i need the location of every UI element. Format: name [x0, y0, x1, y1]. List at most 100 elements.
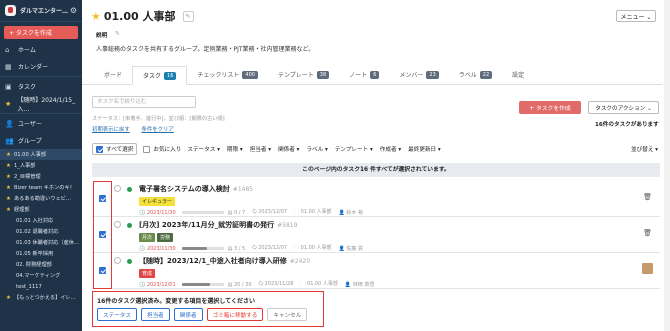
- sidebar-group-item[interactable]: 01.03 休職者対応（産休…: [0, 237, 82, 248]
- gear-icon[interactable]: ⚙: [70, 6, 77, 15]
- sidebar-create-task-button[interactable]: + タスクを作成: [4, 26, 78, 39]
- sidebar-item-label: 【随時】2024/1/15_入…: [17, 96, 76, 113]
- sidebar-group-label: 01.03 休職者対応（産休…: [16, 240, 80, 246]
- user-icon: 👤: [5, 119, 14, 128]
- avatar[interactable]: [642, 263, 653, 274]
- complete-toggle[interactable]: [114, 185, 121, 192]
- clear-filter-link[interactable]: 条件をクリア: [141, 127, 173, 133]
- sidebar-group-item[interactable]: ★ 01.00 人事部: [0, 149, 82, 160]
- task-title[interactable]: [月次] 2023年/11月分_就労証明書の発行 #5819: [139, 220, 297, 230]
- sidebar-item-label: タスク: [18, 84, 37, 91]
- edit-title-button[interactable]: ✎: [182, 10, 194, 22]
- workspace-header[interactable]: ダルマエンター… ⚙: [0, 0, 82, 22]
- bulk-action-button-1[interactable]: 担当者: [140, 308, 170, 321]
- due-date: 🕓 2023/11/30: [139, 209, 176, 216]
- sidebar-item-users[interactable]: 👤 ユーザー: [0, 115, 82, 132]
- main-content: ★ 01.00 人事部 ✎ メニュー ⌄ 説明 ✎ 人事総務のタスクを共有するグ…: [82, 0, 670, 331]
- pencil-icon[interactable]: ✎: [115, 31, 120, 37]
- menu-button[interactable]: メニュー ⌄: [616, 10, 656, 22]
- sidebar-group-item[interactable]: 04.マーケティング: [0, 270, 82, 281]
- sidebar-item-home[interactable]: ⌂ ホーム: [0, 41, 82, 58]
- favorite-filter[interactable]: お気に入り: [143, 145, 181, 153]
- sidebar-group-item[interactable]: ★ あるある勘違いウェビ…: [0, 193, 82, 204]
- tab-7[interactable]: 設定: [502, 65, 534, 84]
- sidebar-group-item[interactable]: 01.01 入社対応: [0, 215, 82, 226]
- bulk-action-button-2[interactable]: 関係者: [173, 308, 203, 321]
- task-title[interactable]: 電子署名システムの導入検討 #1485: [139, 184, 253, 194]
- sidebar-group-label: 【もっとつかえる】イレ…: [13, 295, 76, 301]
- trash-icon[interactable]: 🗑: [643, 229, 652, 237]
- sidebar-group-item[interactable]: 01.05 新卒採用: [0, 248, 82, 259]
- complete-toggle[interactable]: [114, 257, 121, 264]
- star-icon: ★: [6, 294, 11, 301]
- filter-dropdown[interactable]: 期限 ▾: [227, 145, 243, 153]
- checkbox[interactable]: [96, 145, 103, 153]
- bulk-action-button-4[interactable]: キャンセル: [267, 308, 308, 321]
- tab-1[interactable]: タスク 16: [132, 66, 188, 85]
- sidebar-group-label: 経理部: [13, 207, 30, 213]
- bulk-action-button-0[interactable]: ステータス: [97, 308, 137, 321]
- task-label-badge: 育成: [139, 269, 156, 278]
- task-title[interactable]: 【随時】2023/12/1_中途入社者向け導入研修 #2420: [139, 256, 310, 266]
- star-icon[interactable]: ★: [91, 10, 101, 23]
- sidebar-group-item[interactable]: ★ Bizer team キホンのキ！: [0, 182, 82, 193]
- description-label: 説明: [96, 33, 108, 39]
- sidebar-group-label: 2_目標管理: [13, 174, 41, 180]
- filter-dropdown[interactable]: 作成者 ▾: [380, 145, 401, 153]
- sort-dropdown[interactable]: 並び替え ▾: [631, 145, 658, 153]
- task-row[interactable]: 【随時】2023/12/1_中途入社者向け導入研修 #2420 育成 🕓 2023/1…: [92, 253, 660, 289]
- sidebar-group-item[interactable]: ★ 経理部: [0, 204, 82, 215]
- sidebar-group-item[interactable]: 01.02 退職者対応: [0, 226, 82, 237]
- bulk-action-buttons: ステータス 担当者 関係者 ゴミ箱に移動する キャンセル: [97, 308, 311, 321]
- tab-6[interactable]: ラベル 22: [449, 65, 502, 84]
- sidebar-group-item[interactable]: ★ 2_目標管理: [0, 171, 82, 182]
- complete-toggle[interactable]: [114, 221, 121, 228]
- sidebar-item-task[interactable]: ▣ タスク: [0, 78, 82, 95]
- sidebar-group-item[interactable]: ★ 【もっとつかえる】イレ…: [0, 292, 82, 303]
- filter-dropdown[interactable]: 関係者 ▾: [278, 145, 299, 153]
- filter-dropdown[interactable]: テンプレート ▾: [335, 145, 373, 153]
- tab-4[interactable]: ノート 6: [339, 65, 389, 84]
- workspace-logo: [5, 5, 16, 16]
- select-all-checkbox[interactable]: すべて選択: [92, 143, 138, 155]
- sidebar-item-calendar[interactable]: ▦ カレンダー: [0, 58, 82, 75]
- progress-bar: [181, 247, 224, 250]
- star-icon: ★: [6, 162, 11, 169]
- tab-2[interactable]: チェックリスト 400: [187, 65, 268, 84]
- sidebar-item-groups[interactable]: 👥 グループ: [0, 132, 82, 149]
- task-labels: 月次 労務: [139, 233, 175, 242]
- task-row[interactable]: [月次] 2023年/11月分_就労証明書の発行 #5819 月次 労務 🕓 2023/…: [92, 217, 660, 253]
- filter-dropdown[interactable]: ステータス ▾: [187, 145, 220, 153]
- task-number: #1485: [232, 186, 254, 193]
- scrollbar[interactable]: [664, 0, 670, 331]
- bulk-action-button-3[interactable]: ゴミ箱に移動する: [206, 308, 264, 321]
- task-action-dropdown[interactable]: タスクのアクション ⌄: [588, 101, 659, 114]
- reset-filter-link[interactable]: 初期表示に戻す: [92, 127, 130, 133]
- sidebar-group-item[interactable]: ★ 1_人事部: [0, 160, 82, 171]
- filter-dropdown[interactable]: 最終更新日 ▾: [408, 145, 441, 153]
- trash-icon[interactable]: 🗑: [643, 193, 652, 201]
- tab-3[interactable]: テンプレート 38: [268, 65, 339, 84]
- updated-date: 🗘 2023/12/07: [252, 244, 288, 251]
- search-input[interactable]: タスク名で絞り込む: [92, 96, 196, 108]
- tab-count-badge: 22: [479, 70, 493, 79]
- task-row[interactable]: 電子署名システムの導入検討 #1485 イレギュラー 🕓 2023/11/30 ▤ 0 …: [92, 181, 660, 217]
- sidebar-group-label: あるある勘違いウェビ…: [13, 196, 72, 202]
- sidebar-group-label: Bizer team キホンのキ！: [13, 185, 75, 191]
- sidebar-group-item[interactable]: 02. 財務経理部: [0, 259, 82, 270]
- progress-bar: [181, 283, 224, 286]
- tab-0[interactable]: ボード: [94, 65, 132, 84]
- sidebar-item-pinned-task[interactable]: ★ 【随時】2024/1/15_入…: [0, 95, 82, 113]
- sidebar-group-item[interactable]: test_1117: [0, 281, 82, 292]
- star-icon: ★: [6, 206, 11, 213]
- filter-dropdown[interactable]: ラベル ▾: [306, 145, 327, 153]
- tab-label: メンバー: [399, 72, 424, 79]
- add-task-button[interactable]: + タスクを作成: [519, 101, 581, 114]
- checkbox[interactable]: [143, 145, 151, 153]
- sidebar-group-label: 01.05 新卒採用: [16, 251, 54, 257]
- tab-5[interactable]: メンバー 23: [389, 65, 448, 84]
- updated-date: 🗘 2023/11/28: [258, 280, 294, 287]
- task-title-text: 【随時】2023/12/1_中途入社者向け導入研修: [139, 257, 287, 265]
- assignee-name: 👤 鈴木 裕: [338, 210, 363, 216]
- filter-dropdown[interactable]: 担当者 ▾: [250, 145, 271, 153]
